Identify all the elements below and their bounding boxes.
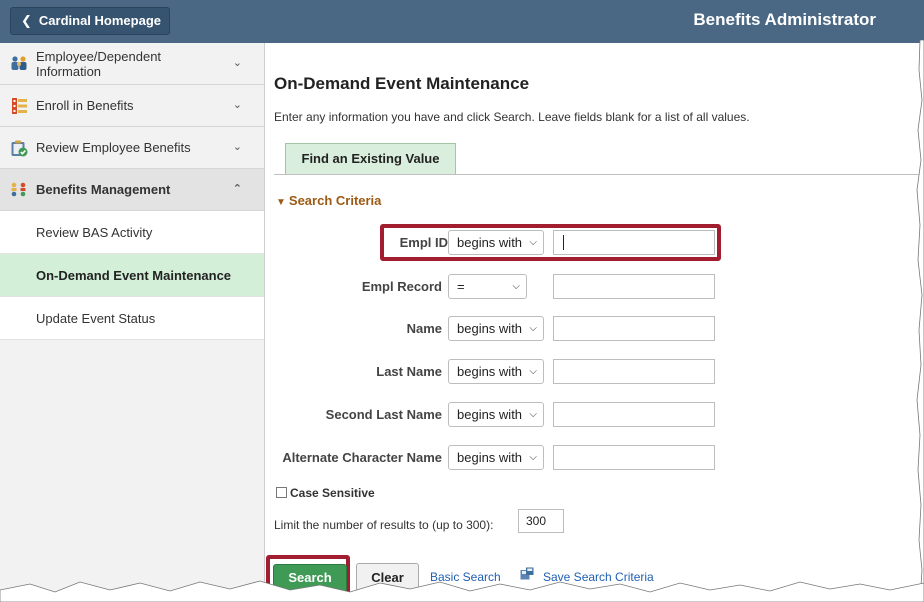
management-icon xyxy=(11,182,26,197)
operator-value: begins with xyxy=(457,407,523,422)
app-title: Benefits Administrator xyxy=(693,10,876,29)
sidebar-item-label: Enroll in Benefits xyxy=(36,98,134,113)
dropdown-chevron-icon: ⌵ xyxy=(529,323,537,334)
operator-value: begins with xyxy=(457,450,523,465)
dropdown-chevron-icon: ⌵ xyxy=(529,452,537,463)
limit-results-input[interactable]: 300 xyxy=(518,509,564,533)
field-label: Empl Record xyxy=(361,279,442,294)
case-sensitive-label: Case Sensitive xyxy=(290,486,375,500)
collapse-triangle-icon: ▼ xyxy=(276,197,286,208)
field-label: Last Name xyxy=(376,364,442,379)
search-criteria-label: Search Criteria xyxy=(288,193,382,208)
chevron-left-icon: ❮ xyxy=(21,13,32,28)
sidebar-item-employee-dependent-information[interactable]: Employee/Dependent Information ⌄ xyxy=(0,43,264,85)
field-row-alternate-character-name: Alternate Character Name begins with ⌵ xyxy=(266,445,924,471)
field-label: Name xyxy=(406,321,442,336)
operator-value: = xyxy=(457,279,465,294)
sidebar-item-label: Employee/Dependent xyxy=(36,49,162,64)
field-row-last-name: Last Name begins with ⌵ xyxy=(266,359,924,385)
sidebar-item-benefits-management[interactable]: Benefits Management ⌃ xyxy=(0,169,264,211)
field-label: Second Last Name xyxy=(325,407,442,422)
sidebar: Employee/Dependent Information ⌄ Enroll … xyxy=(0,43,265,602)
name-input[interactable] xyxy=(553,316,715,341)
operator-select-name[interactable]: begins with ⌵ xyxy=(448,316,544,341)
instructions-text: Enter any information you have and click… xyxy=(274,110,750,124)
home-button-label: Cardinal Homepage xyxy=(38,13,161,28)
operator-select-second-last-name[interactable]: begins with ⌵ xyxy=(448,402,544,427)
operator-select-empl-record[interactable]: = ⌵ xyxy=(448,274,527,299)
last-name-input[interactable] xyxy=(553,359,715,384)
search-criteria-header[interactable]: ▼ Search Criteria xyxy=(276,193,381,208)
people-icon xyxy=(11,56,27,70)
chevron-up-icon: ⌃ xyxy=(232,183,242,195)
torn-edge-right xyxy=(916,40,924,602)
chevron-down-icon: ⌄ xyxy=(232,99,242,111)
field-row-second-last-name: Second Last Name begins with ⌵ xyxy=(266,402,924,428)
dropdown-chevron-icon: ⌵ xyxy=(529,409,537,420)
field-row-name: Name begins with ⌵ xyxy=(266,316,924,342)
alternate-character-name-input[interactable] xyxy=(553,445,715,470)
sidebar-item-label: Benefits Management xyxy=(36,182,171,197)
sidebar-item-label: Information xyxy=(36,64,102,79)
operator-value: begins with xyxy=(457,321,523,336)
clipboard-check-icon xyxy=(11,140,28,157)
torn-edge-bottom xyxy=(0,580,924,602)
top-banner: ❮ Cardinal Homepage Benefits Administrato… xyxy=(0,0,924,43)
operator-select-last-name[interactable]: begins with ⌵ xyxy=(448,359,544,384)
case-sensitive-option[interactable]: Case Sensitive xyxy=(276,486,375,500)
sidebar-item-label: Review Employee Benefits xyxy=(36,140,191,155)
empl-id-highlight-box xyxy=(380,224,721,261)
cardinal-homepage-button[interactable]: ❮ Cardinal Homepage xyxy=(10,7,170,35)
page-title: On-Demand Event Maintenance xyxy=(274,74,530,93)
sidebar-item-review-employee-benefits[interactable]: Review Employee Benefits ⌄ xyxy=(0,127,264,169)
main-content: On-Demand Event Maintenance Enter any in… xyxy=(266,43,924,602)
field-label: Alternate Character Name xyxy=(282,450,442,465)
tab-find-existing-value[interactable]: Find an Existing Value xyxy=(285,143,456,175)
dropdown-chevron-icon: ⌵ xyxy=(512,281,520,292)
operator-select-alternate-character-name[interactable]: begins with ⌵ xyxy=(448,445,544,470)
dropdown-chevron-icon: ⌵ xyxy=(529,366,537,377)
tab-divider xyxy=(274,174,924,175)
empl-record-input[interactable] xyxy=(553,274,715,299)
second-last-name-input[interactable] xyxy=(553,402,715,427)
enroll-list-icon xyxy=(12,98,27,114)
sidebar-subitem-review-bas-activity[interactable]: Review BAS Activity xyxy=(0,211,264,254)
operator-value: begins with xyxy=(457,364,523,379)
field-row-empl-record: Empl Record = ⌵ xyxy=(266,274,924,300)
sidebar-item-enroll-in-benefits[interactable]: Enroll in Benefits ⌄ xyxy=(0,85,264,127)
sidebar-subitem-update-event-status[interactable]: Update Event Status xyxy=(0,297,264,340)
chevron-down-icon: ⌄ xyxy=(232,57,242,69)
limit-results-label: Limit the number of results to (up to 30… xyxy=(274,518,494,532)
sidebar-subitem-on-demand-event-maintenance[interactable]: On-Demand Event Maintenance xyxy=(0,254,264,297)
chevron-down-icon: ⌄ xyxy=(232,141,242,153)
case-sensitive-checkbox[interactable] xyxy=(276,487,287,498)
